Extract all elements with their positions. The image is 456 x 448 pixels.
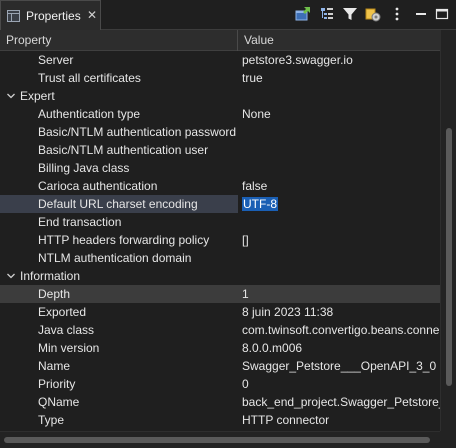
property-value-text: None	[242, 107, 271, 121]
property-name: Basic/NTLM authentication password	[38, 125, 237, 139]
scrollbar-corner	[440, 431, 456, 448]
property-name: Type	[38, 413, 65, 427]
horizontal-scroll-thumb[interactable]	[4, 437, 430, 443]
property-row[interactable]: Basic/NTLM authentication password	[0, 123, 440, 141]
property-value[interactable]: petstore3.swagger.io	[242, 51, 440, 69]
property-row[interactable]: Basic/NTLM authentication user	[0, 141, 440, 159]
column-header-property[interactable]: Property	[0, 30, 238, 51]
selected-value-text: UTF-8	[242, 197, 278, 211]
property-name: Trust all certificates	[38, 71, 141, 85]
category-label: Information	[20, 269, 81, 283]
property-row[interactable]: Authentication type None	[0, 105, 440, 123]
property-row[interactable]: Exported 8 juin 2023 11:38	[0, 303, 440, 321]
property-name: Name	[38, 359, 71, 373]
property-value[interactable]: Swagger_Petstore___OpenAPI_3_0	[242, 357, 440, 375]
vertical-scroll-thumb[interactable]	[446, 128, 452, 386]
filter-icon[interactable]	[342, 6, 358, 22]
property-value[interactable]: 8 juin 2023 11:38	[242, 303, 440, 321]
property-name: Authentication type	[38, 107, 141, 121]
property-value-text: true	[242, 71, 263, 85]
category-label: Expert	[20, 89, 55, 103]
property-value-text: HTTP connector	[242, 413, 330, 427]
property-value-text: com.twinsoft.convertigo.beans.conne	[242, 323, 440, 337]
property-value-text: petstore3.swagger.io	[242, 53, 353, 67]
property-name: HTTP headers forwarding policy	[38, 233, 210, 247]
property-row[interactable]: NTLM authentication domain	[0, 249, 440, 267]
property-name: Priority	[38, 377, 76, 391]
show-advanced-icon[interactable]	[365, 6, 381, 22]
property-row[interactable]: Min version 8.0.0.m006	[0, 339, 440, 357]
category-row[interactable]: Expert	[0, 87, 440, 105]
property-value-text: back_end_project.Swagger_Petstore__	[242, 395, 440, 409]
property-name: Basic/NTLM authentication user	[38, 143, 209, 157]
property-name: Server	[38, 53, 74, 67]
property-name: QName	[38, 395, 80, 409]
property-row[interactable]: Name Swagger_Petstore___OpenAPI_3_0	[0, 357, 440, 375]
property-name: Default URL charset encoding	[38, 197, 198, 211]
property-row[interactable]: HTTP headers forwarding policy []	[0, 231, 440, 249]
property-value[interactable]: true	[242, 69, 440, 87]
property-row[interactable]: Trust all certificates true	[0, 69, 440, 87]
property-value-text: false	[242, 179, 268, 193]
property-name: Carioca authentication	[38, 179, 158, 193]
property-value[interactable]: com.twinsoft.convertigo.beans.conne	[242, 321, 440, 339]
tab-properties[interactable]: Properties ✕	[0, 0, 101, 30]
property-value[interactable]: false	[242, 177, 440, 195]
property-value[interactable]: None	[242, 105, 440, 123]
property-value[interactable]: HTTP connector	[242, 411, 440, 429]
tab-label: Properties	[26, 9, 81, 23]
close-tab-icon[interactable]: ✕	[87, 8, 97, 22]
pin-view-icon[interactable]	[295, 6, 311, 22]
table-header: Property Value	[0, 30, 440, 51]
vertical-scrollbar[interactable]	[440, 30, 456, 431]
property-name: Java class	[38, 323, 95, 337]
property-name: Billing Java class	[38, 161, 130, 175]
maximize-icon[interactable]	[434, 6, 450, 22]
property-row[interactable]: End transaction	[0, 213, 440, 231]
property-value[interactable]: 1	[242, 285, 440, 303]
properties-view-icon	[7, 10, 20, 22]
property-value-text: 0	[242, 377, 249, 391]
chevron-down-icon[interactable]	[6, 87, 16, 105]
property-value-text: 8.0.0.m006	[242, 341, 303, 355]
property-value-text: 8 juin 2023 11:38	[242, 305, 334, 319]
property-name: Min version	[38, 341, 100, 355]
property-name: Depth	[38, 287, 71, 301]
property-name: Exported	[38, 305, 87, 319]
property-row[interactable]: Priority 0	[0, 375, 440, 393]
chevron-down-icon[interactable]	[6, 267, 16, 285]
property-value-text: []	[242, 233, 249, 247]
property-table: Server petstore3.swagger.io Trust all cert…	[0, 51, 440, 431]
property-row[interactable]: Default URL charset encoding UTF-8	[0, 195, 440, 213]
property-row[interactable]: Carioca authentication false	[0, 177, 440, 195]
property-value[interactable]: []	[242, 231, 440, 249]
minimize-icon[interactable]	[413, 6, 429, 22]
property-value[interactable]: 8.0.0.m006	[242, 339, 440, 357]
property-name: NTLM authentication domain	[38, 251, 192, 265]
property-row[interactable]: Java class com.twinsoft.convertigo.beans.…	[0, 321, 440, 339]
view-tab-bar: Properties ✕	[0, 0, 456, 30]
property-row[interactable]: QName back_end_project.Swagger_Petstore__	[0, 393, 440, 411]
show-categories-icon[interactable]	[319, 6, 335, 22]
property-value-text: 1	[242, 287, 249, 301]
view-menu-icon[interactable]	[389, 6, 405, 22]
property-value-editor[interactable]: UTF-8	[242, 195, 440, 213]
property-value[interactable]: 0	[242, 375, 440, 393]
property-value[interactable]: back_end_project.Swagger_Petstore__	[242, 393, 440, 411]
property-value-text: Swagger_Petstore___OpenAPI_3_0	[242, 359, 437, 373]
property-row[interactable]: Server petstore3.swagger.io	[0, 51, 440, 69]
property-row[interactable]: Billing Java class	[0, 159, 440, 177]
category-row[interactable]: Information	[0, 267, 440, 285]
horizontal-scrollbar[interactable]	[0, 431, 440, 448]
property-row[interactable]: Depth 1	[0, 285, 440, 303]
property-name: End transaction	[38, 215, 122, 229]
property-row[interactable]: Type HTTP connector	[0, 411, 440, 429]
column-header-value[interactable]: Value	[238, 30, 440, 51]
